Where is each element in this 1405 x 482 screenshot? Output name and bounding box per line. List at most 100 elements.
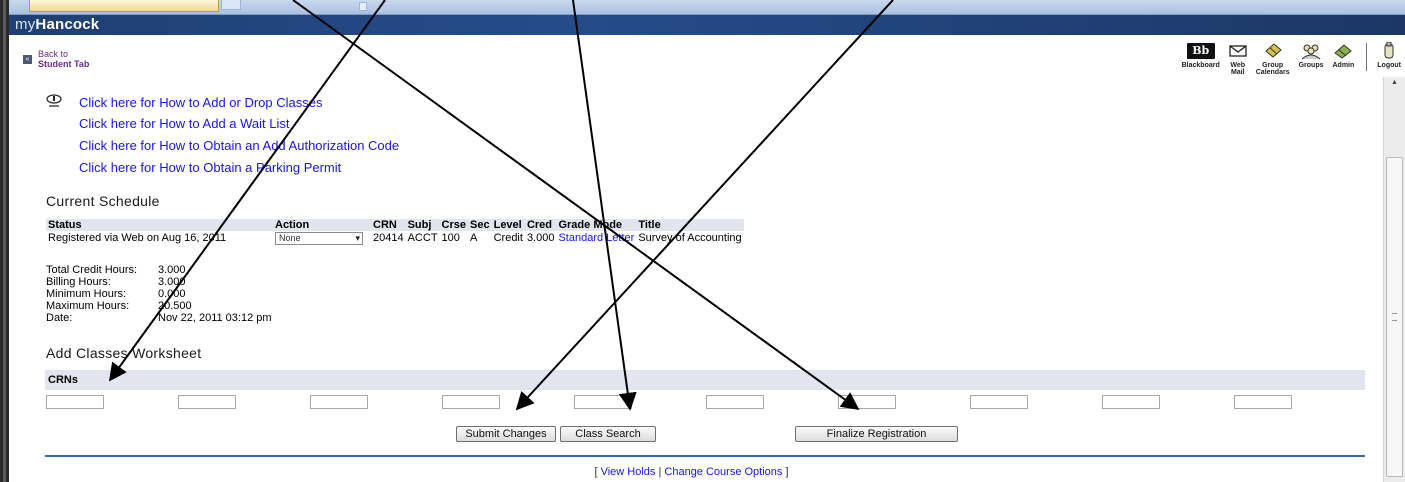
brand-prefix: my (15, 16, 36, 33)
app-banner: myHancock (9, 15, 1405, 35)
tab-stub (359, 2, 367, 11)
link-authorization-code[interactable]: Click here for How to Obtain an Add Auth… (79, 138, 399, 153)
col-level: Level (491, 219, 525, 231)
row-level: Credit (493, 232, 523, 244)
min-hours-label: Minimum Hours: (46, 288, 127, 300)
crn-input-2[interactable] (178, 395, 236, 409)
main-content: Click here for How to Add or Drop Classe… (9, 77, 1380, 482)
grade-mode-link[interactable]: Standard Letter (558, 232, 634, 244)
vertical-scrollbar[interactable]: ▲ (1383, 77, 1405, 482)
back-line2: Student Tab (38, 59, 90, 69)
crn-input-10[interactable] (1234, 395, 1292, 409)
web-mail-label-2: Mail (1230, 69, 1245, 76)
min-hours-value: 0.000 (158, 288, 186, 300)
crn-input-6[interactable] (706, 395, 764, 409)
submit-changes-button[interactable]: Submit Changes (456, 426, 556, 442)
scroll-up-icon[interactable]: ▲ (1391, 79, 1398, 86)
row-crse: 100 (441, 232, 460, 244)
footer-bracket-open: [ (594, 466, 598, 478)
brand-name: Hancock (35, 16, 100, 33)
row-subj: ACCT (407, 232, 438, 244)
col-title: Title (636, 219, 744, 231)
group-calendars-label-1: Group (1262, 62, 1284, 69)
logout-label: Logout (1377, 62, 1401, 69)
footer-divider (45, 455, 1365, 457)
row-cred: 3.000 (526, 232, 555, 244)
crn-input-3[interactable] (310, 395, 368, 409)
link-add-drop-classes[interactable]: Click here for How to Add or Drop Classe… (79, 95, 322, 110)
group-calendars-button[interactable]: Group Calendars (1256, 41, 1290, 76)
blackboard-icon: Bb (1186, 43, 1215, 59)
max-hours-value: 20.500 (158, 300, 192, 312)
col-grade-mode: Grade Mode (556, 219, 637, 231)
col-action: Action (273, 219, 371, 231)
finalize-registration-button[interactable]: Finalize Registration (795, 426, 958, 442)
logout-icon (1382, 41, 1396, 61)
crn-input-1[interactable] (46, 395, 104, 409)
billing-hours-label: Billing Hours: (46, 276, 111, 288)
date-label: Date: (46, 312, 73, 324)
footer-bracket-close: ] (785, 466, 789, 478)
link-parking-permit[interactable]: Click here for How to Obtain a Parking P… (79, 160, 341, 175)
row-crn: 20414 (373, 232, 404, 244)
info-icon (45, 93, 63, 107)
window-left-frame (0, 0, 9, 482)
crn-input-9[interactable] (1102, 395, 1160, 409)
current-schedule-title: Current Schedule (46, 193, 160, 209)
total-hours-value: 3.000 (158, 264, 186, 276)
table-header-row: Status Action CRN Subj Crse Sec Level Cr… (46, 219, 744, 231)
logout-button[interactable]: Logout (1377, 41, 1401, 69)
crn-input-7[interactable] (838, 395, 896, 409)
class-search-button[interactable]: Class Search (560, 426, 656, 442)
back-to-student-tab-link[interactable]: « Back to Student Tab (23, 49, 89, 69)
scrollbar-thumb[interactable] (1386, 157, 1403, 477)
app-logo: myHancock (15, 16, 99, 33)
groups-label: Groups (1298, 62, 1324, 69)
admin-label: Admin (1332, 62, 1355, 69)
row-status: Registered via Web on Aug 16, 2011 (48, 232, 227, 244)
web-mail-label-1: Web (1230, 62, 1246, 69)
browser-tab-strip (9, 0, 1405, 15)
col-crn: CRN (371, 219, 406, 231)
admin-button[interactable]: Admin (1332, 41, 1355, 69)
row-title: Survey of Accounting (638, 232, 742, 244)
date-value: Nov 22, 2011 03:12 pm (158, 312, 272, 324)
current-schedule-table: Status Action CRN Subj Crse Sec Level Cr… (46, 219, 744, 245)
change-course-options-link[interactable]: Change Course Options (664, 466, 782, 478)
mail-icon (1229, 41, 1247, 61)
web-mail-button[interactable]: Web Mail (1229, 41, 1247, 76)
view-holds-link[interactable]: View Holds (601, 466, 656, 478)
blackboard-label: Blackboard (1181, 62, 1220, 69)
add-classes-worksheet-title: Add Classes Worksheet (46, 345, 202, 361)
toolbar-separator (1366, 43, 1368, 71)
col-cred: Cred (524, 219, 557, 231)
crn-input-4[interactable] (442, 395, 500, 409)
total-hours-label: Total Credit Hours: (46, 264, 138, 276)
groups-button[interactable]: Groups (1299, 41, 1324, 69)
calendar-icon (1263, 41, 1283, 61)
table-row: Registered via Web on Aug 16, 2011 None … (46, 231, 744, 245)
footer-links: [ View Holds | Change Course Options ] (9, 466, 1374, 478)
footer-divider-bar: | (658, 466, 662, 478)
action-select[interactable]: None (275, 231, 363, 245)
max-hours-label: Maximum Hours: (46, 300, 130, 312)
back-arrow-icon: « (23, 55, 32, 64)
new-tab-button[interactable] (221, 0, 241, 10)
back-line1: Back to (38, 49, 69, 59)
action-select-value: None (279, 232, 301, 243)
link-add-wait-list[interactable]: Click here for How to Add a Wait List (79, 116, 290, 131)
crn-header-bar: CRNs (45, 370, 1365, 390)
row-sec: A (470, 232, 478, 244)
col-sec: Sec (468, 219, 492, 231)
col-crse: Crse (439, 219, 469, 231)
browser-tab[interactable] (29, 0, 219, 12)
groups-icon (1300, 41, 1322, 61)
crn-input-5[interactable] (574, 395, 632, 409)
hours-summary: Total Credit Hours: 3.000 Billing Hours: 3… (46, 264, 272, 324)
admin-icon (1333, 41, 1353, 61)
toolbar: « Back to Student Tab Bb Blackboard Web … (9, 35, 1405, 77)
toolbar-tools: Bb Blackboard Web Mail Group Calendars G… (1173, 41, 1405, 76)
crn-input-8[interactable] (970, 395, 1028, 409)
col-subj: Subj (405, 219, 440, 231)
blackboard-button[interactable]: Bb Blackboard (1182, 41, 1220, 69)
